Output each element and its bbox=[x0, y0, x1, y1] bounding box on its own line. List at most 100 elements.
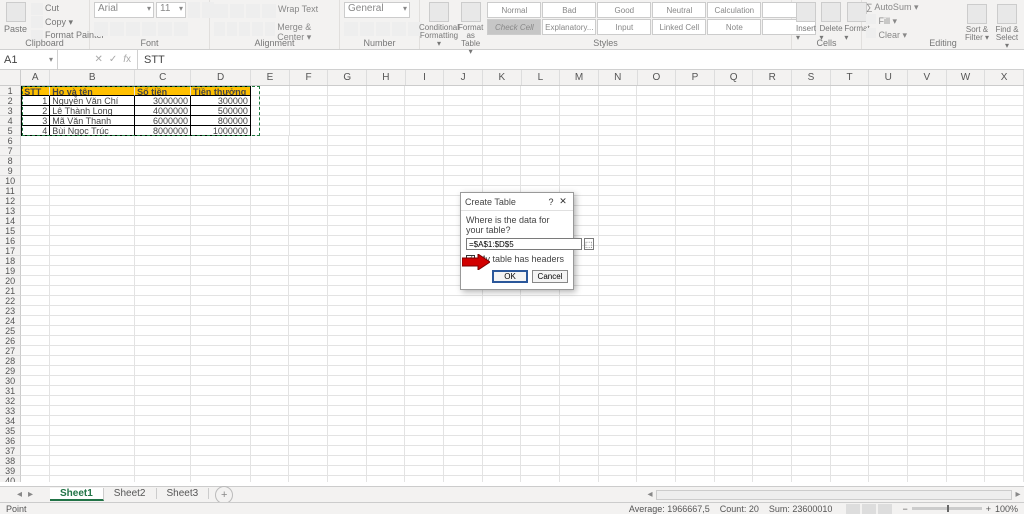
cell-W26[interactable] bbox=[947, 336, 986, 346]
cell-G39[interactable] bbox=[328, 466, 367, 476]
cell-H2[interactable] bbox=[367, 96, 406, 106]
sheet-tab-sheet1[interactable]: Sheet1 bbox=[50, 488, 104, 501]
cell-O35[interactable] bbox=[637, 426, 676, 436]
cell-J9[interactable] bbox=[444, 166, 483, 176]
cell-G4[interactable] bbox=[328, 116, 367, 126]
table-range-input[interactable] bbox=[466, 238, 582, 250]
cell-B3[interactable]: Lê Thành Long bbox=[50, 106, 135, 116]
cell-P26[interactable] bbox=[676, 336, 715, 346]
cell-W21[interactable] bbox=[947, 286, 986, 296]
cell-H16[interactable] bbox=[367, 236, 406, 246]
cell-O12[interactable] bbox=[637, 196, 676, 206]
row-header-7[interactable]: 7 bbox=[0, 146, 21, 156]
cell-G14[interactable] bbox=[328, 216, 367, 226]
cell-W12[interactable] bbox=[947, 196, 986, 206]
cell-J2[interactable] bbox=[444, 96, 483, 106]
cell-P16[interactable] bbox=[676, 236, 715, 246]
cell-P32[interactable] bbox=[676, 396, 715, 406]
cell-B12[interactable] bbox=[50, 196, 135, 206]
column-headers[interactable]: ABCDEFGHIJKLMNOPQRSTUVWX bbox=[0, 70, 1024, 86]
cell-C29[interactable] bbox=[135, 366, 191, 376]
row-header-30[interactable]: 30 bbox=[0, 376, 21, 386]
cell-R1[interactable] bbox=[753, 86, 792, 96]
cell-U37[interactable] bbox=[869, 446, 908, 456]
cell-D6[interactable] bbox=[191, 136, 251, 146]
cell-X29[interactable] bbox=[985, 366, 1024, 376]
cell-D14[interactable] bbox=[191, 216, 251, 226]
border-icon[interactable] bbox=[142, 22, 156, 36]
cell-T25[interactable] bbox=[831, 326, 870, 336]
cell-P33[interactable] bbox=[676, 406, 715, 416]
bold-icon[interactable] bbox=[94, 22, 108, 36]
cell-E32[interactable] bbox=[251, 396, 290, 406]
cell-C35[interactable] bbox=[135, 426, 191, 436]
cell-N19[interactable] bbox=[599, 266, 638, 276]
cell-I38[interactable] bbox=[405, 456, 444, 466]
cell-X21[interactable] bbox=[985, 286, 1024, 296]
cell-I22[interactable] bbox=[405, 296, 444, 306]
cell-T11[interactable] bbox=[831, 186, 870, 196]
cell-X5[interactable] bbox=[985, 126, 1024, 136]
cell-R6[interactable] bbox=[753, 136, 792, 146]
cell-A8[interactable] bbox=[21, 156, 50, 166]
cell-P35[interactable] bbox=[676, 426, 715, 436]
wrap-text-button[interactable]: Wrap Text bbox=[278, 4, 318, 18]
inc-decimal-icon[interactable] bbox=[392, 22, 406, 36]
cell-D4[interactable]: 800000 bbox=[191, 116, 251, 126]
cell-N4[interactable] bbox=[599, 116, 638, 126]
cell-N17[interactable] bbox=[599, 246, 638, 256]
cell-G18[interactable] bbox=[328, 256, 367, 266]
cell-F9[interactable] bbox=[289, 166, 328, 176]
cell-C6[interactable] bbox=[135, 136, 191, 146]
cell-P20[interactable] bbox=[676, 276, 715, 286]
cell-N32[interactable] bbox=[599, 396, 638, 406]
cell-I19[interactable] bbox=[405, 266, 444, 276]
cell-T22[interactable] bbox=[831, 296, 870, 306]
col-header-T[interactable]: T bbox=[831, 70, 870, 85]
sort-filter-button[interactable]: Sort & Filter ▾ bbox=[964, 4, 990, 42]
cell-K38[interactable] bbox=[483, 456, 522, 466]
col-header-D[interactable]: D bbox=[191, 70, 251, 85]
cell-style-calculation[interactable]: Calculation bbox=[707, 2, 761, 18]
cell-A18[interactable] bbox=[21, 256, 50, 266]
cell-I18[interactable] bbox=[405, 256, 444, 266]
cell-N5[interactable] bbox=[599, 126, 638, 136]
cell-I27[interactable] bbox=[405, 346, 444, 356]
cell-C36[interactable] bbox=[135, 436, 191, 446]
cell-C4[interactable]: 6000000 bbox=[135, 116, 191, 126]
cell-H22[interactable] bbox=[367, 296, 406, 306]
cell-T1[interactable] bbox=[831, 86, 870, 96]
cell-Q37[interactable] bbox=[715, 446, 754, 456]
cell-P24[interactable] bbox=[676, 316, 715, 326]
cell-O36[interactable] bbox=[637, 436, 676, 446]
cell-Q29[interactable] bbox=[715, 366, 754, 376]
row-header-19[interactable]: 19 bbox=[0, 266, 21, 276]
cell-P4[interactable] bbox=[676, 116, 715, 126]
cell-R15[interactable] bbox=[753, 226, 792, 236]
cell-U15[interactable] bbox=[869, 226, 908, 236]
cell-I14[interactable] bbox=[405, 216, 444, 226]
cell-G37[interactable] bbox=[328, 446, 367, 456]
cell-H32[interactable] bbox=[367, 396, 406, 406]
cell-B20[interactable] bbox=[50, 276, 135, 286]
cell-X25[interactable] bbox=[985, 326, 1024, 336]
cell-F34[interactable] bbox=[289, 416, 328, 426]
cell-T27[interactable] bbox=[831, 346, 870, 356]
cell-B19[interactable] bbox=[50, 266, 135, 276]
fx-icon[interactable]: fx bbox=[123, 54, 131, 65]
cell-P40[interactable] bbox=[676, 476, 715, 482]
cell-O15[interactable] bbox=[637, 226, 676, 236]
row-header-15[interactable]: 15 bbox=[0, 226, 21, 236]
cell-R25[interactable] bbox=[753, 326, 792, 336]
cell-V28[interactable] bbox=[908, 356, 947, 366]
cell-S27[interactable] bbox=[792, 346, 831, 356]
cell-D11[interactable] bbox=[191, 186, 251, 196]
cell-I15[interactable] bbox=[405, 226, 444, 236]
cell-Q3[interactable] bbox=[715, 106, 754, 116]
cell-F8[interactable] bbox=[289, 156, 328, 166]
cell-W17[interactable] bbox=[947, 246, 986, 256]
indent-inc-icon[interactable] bbox=[265, 22, 276, 36]
cell-R14[interactable] bbox=[753, 216, 792, 226]
cell-I7[interactable] bbox=[405, 146, 444, 156]
cell-W3[interactable] bbox=[947, 106, 986, 116]
